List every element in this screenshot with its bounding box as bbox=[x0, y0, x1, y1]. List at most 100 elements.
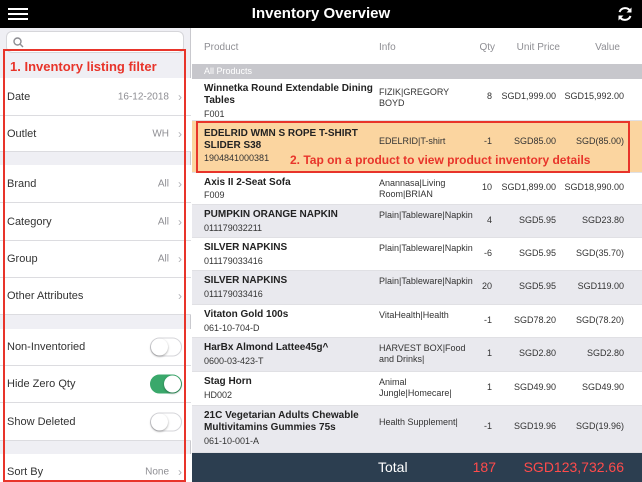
product-unit-price: SGD1,899.00 bbox=[501, 182, 556, 192]
product-code: 011179032211 bbox=[204, 223, 263, 233]
product-qty: 1 bbox=[486, 382, 492, 392]
show-deleted-toggle[interactable] bbox=[150, 412, 182, 431]
product-unit-price: SGD5.95 bbox=[518, 215, 556, 225]
product-code: 061-10-704-D bbox=[204, 323, 260, 333]
filter-show-deleted: Show Deleted bbox=[0, 403, 191, 441]
filter-outlet-value: WH bbox=[152, 128, 169, 139]
sort-by-label: Sort By bbox=[7, 465, 44, 478]
total-qty: 187 bbox=[472, 459, 496, 475]
product-code: 061-10-001-A bbox=[204, 436, 260, 446]
table-row[interactable]: Stag Horn HD002 Animal Jungle|Homecare| … bbox=[192, 372, 642, 406]
product-value: SGD49.90 bbox=[581, 382, 624, 392]
filter-outlet-label: Outlet bbox=[7, 127, 37, 140]
page-title: Inventory Overview bbox=[251, 5, 391, 22]
product-name: HarBx Almond Lattee45g^ bbox=[204, 342, 329, 353]
product-unit-price: SGD2.80 bbox=[518, 348, 556, 358]
chevron-right-icon: › bbox=[178, 464, 182, 479]
product-qty: 8 bbox=[486, 91, 492, 101]
product-unit-price: SGD19.96 bbox=[513, 421, 556, 431]
product-code: 0600-03-423-T bbox=[204, 356, 264, 366]
filter-sort-by[interactable]: Sort By None › bbox=[0, 454, 191, 482]
product-info: Plain|Tableware|Napkin bbox=[379, 276, 473, 286]
product-qty: 20 bbox=[481, 281, 492, 291]
totals-bar: Total 187 SGD123,732.66 bbox=[192, 453, 642, 482]
filter-brand[interactable]: Brand All › bbox=[0, 165, 191, 203]
product-name: Stag Horn bbox=[204, 376, 252, 387]
hide-zero-qty-toggle[interactable] bbox=[150, 374, 182, 394]
product-info: Animal Jungle|Homecare| bbox=[379, 377, 452, 398]
product-name: Vitaton Gold 100s bbox=[204, 309, 289, 320]
product-name: SILVER NAPKINS bbox=[204, 275, 288, 286]
filter-group-label: Group bbox=[7, 253, 38, 265]
table-row[interactable]: Vitaton Gold 100s 061-10-704-D VitaHealt… bbox=[192, 305, 642, 338]
product-unit-price: SGD49.90 bbox=[513, 382, 556, 392]
header-qty: Qty bbox=[479, 42, 495, 53]
inventory-table: Product Info Qty Unit Price Value All Pr… bbox=[192, 28, 642, 482]
filter-outlet[interactable]: Outlet WH › bbox=[0, 116, 191, 152]
filter-other-attributes[interactable]: Other Attributes › bbox=[0, 278, 191, 315]
product-code: F009 bbox=[204, 190, 225, 200]
product-info: Health Supplement| bbox=[379, 417, 458, 427]
product-qty: 10 bbox=[481, 182, 492, 192]
filter-brand-label: Brand bbox=[7, 177, 37, 190]
product-unit-price: SGD5.95 bbox=[518, 248, 556, 258]
table-row[interactable]: SILVER NAPKINS 011179033416 Plain|Tablew… bbox=[192, 271, 642, 305]
product-info: VitaHealth|Health bbox=[379, 310, 449, 320]
product-unit-price: SGD1,999.00 bbox=[501, 91, 556, 101]
header-info: Info bbox=[379, 42, 396, 53]
product-unit-price: SGD5.95 bbox=[518, 281, 556, 291]
chevron-right-icon: › bbox=[178, 89, 182, 104]
header-product: Product bbox=[204, 42, 239, 53]
search-input[interactable] bbox=[6, 31, 184, 53]
table-row[interactable]: Axis II 2-Seat Sofa F009 Anannasa|Living… bbox=[192, 173, 642, 205]
filter-group-value: All bbox=[157, 253, 169, 265]
table-row[interactable]: HarBx Almond Lattee45g^ 0600-03-423-T HA… bbox=[192, 338, 642, 372]
product-qty: -1 bbox=[483, 315, 492, 325]
table-row[interactable]: SILVER NAPKINS 011179033416 Plain|Tablew… bbox=[192, 238, 642, 271]
table-row[interactable]: PUMPKIN ORANGE NAPKIN 011179032211 Plain… bbox=[192, 205, 642, 238]
table-header: Product Info Qty Unit Price Value bbox=[192, 28, 642, 64]
filter-annotation: 1. Inventory listing filter bbox=[10, 59, 157, 74]
hide-zero-qty-label: Hide Zero Qty bbox=[7, 378, 76, 390]
product-code: F001 bbox=[204, 109, 225, 119]
product-qty: -6 bbox=[483, 248, 492, 258]
product-value: SGD119.00 bbox=[577, 281, 624, 291]
filter-date[interactable]: Date 16-12-2018 › bbox=[0, 78, 191, 116]
top-bar: Inventory Overview bbox=[0, 0, 642, 28]
chevron-right-icon: › bbox=[178, 289, 182, 303]
filter-group[interactable]: Group All › bbox=[0, 241, 191, 278]
chevron-right-icon: › bbox=[178, 252, 182, 266]
table-row[interactable]: 21C Vegetarian Adults Chewable Multivita… bbox=[192, 406, 642, 453]
product-info: FIZIK|GREGORY BOYD bbox=[379, 87, 450, 108]
product-name: Winnetka Round Extendable Dining Tables bbox=[204, 83, 373, 106]
section-header: All Products bbox=[192, 64, 642, 79]
product-info: Plain|Tableware|Napkin bbox=[379, 243, 473, 253]
filter-date-value: 16-12-2018 bbox=[117, 91, 169, 102]
total-label: Total bbox=[378, 459, 408, 475]
non-inventoried-toggle[interactable] bbox=[150, 337, 182, 357]
filter-date-label: Date bbox=[7, 90, 31, 103]
filter-other-label: Other Attributes bbox=[7, 290, 84, 302]
filter-panel: 1. Inventory listing filter Date 16-12-2… bbox=[0, 28, 191, 482]
refresh-icon[interactable] bbox=[616, 5, 634, 23]
product-qty: 1 bbox=[486, 348, 492, 358]
chevron-right-icon: › bbox=[178, 214, 182, 229]
filter-non-inventoried: Non-Inventoried bbox=[0, 329, 191, 366]
product-code: 011179033416 bbox=[204, 289, 263, 299]
product-value: SGD18,990.00 bbox=[564, 182, 624, 192]
filter-hide-zero-qty: Hide Zero Qty bbox=[0, 366, 191, 403]
show-deleted-label: Show Deleted bbox=[7, 415, 76, 428]
non-inventoried-label: Non-Inventoried bbox=[7, 341, 86, 353]
chevron-right-icon: › bbox=[178, 126, 182, 141]
product-value: SGD(35.70) bbox=[575, 248, 624, 258]
product-name: 21C Vegetarian Adults Chewable Multivita… bbox=[204, 410, 359, 433]
table-row[interactable]: Winnetka Round Extendable Dining Tables … bbox=[192, 79, 642, 121]
row-annotation: 2. Tap on a product to view product inve… bbox=[290, 153, 591, 167]
product-value: SGD23.80 bbox=[581, 215, 624, 225]
product-code: 011179033416 bbox=[204, 256, 263, 266]
filter-category[interactable]: Category All › bbox=[0, 203, 191, 241]
product-value: SGD2.80 bbox=[586, 348, 624, 358]
product-unit-price: SGD78.20 bbox=[513, 315, 556, 325]
product-name: EDELRID WMN S ROPE T-SHIRT SLIDER S38 bbox=[204, 128, 358, 151]
product-name: PUMPKIN ORANGE NAPKIN bbox=[204, 209, 338, 220]
